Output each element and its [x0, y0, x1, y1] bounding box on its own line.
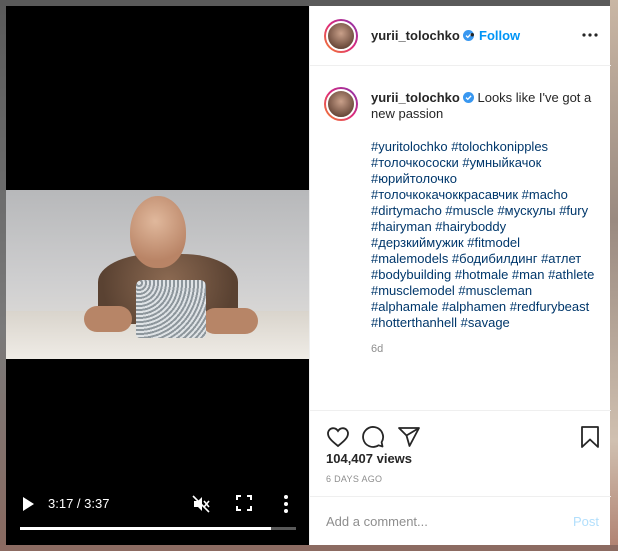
post-age: 6d	[371, 343, 384, 355]
backdrop-edge	[0, 545, 618, 551]
follow-button[interactable]: Follow	[479, 28, 520, 43]
fullscreen-icon[interactable]	[236, 495, 252, 511]
header-separator: •	[470, 27, 475, 42]
video-player[interactable]: 3:17 / 3:37	[6, 6, 309, 545]
post-actions	[310, 410, 611, 450]
video-controls: 3:17 / 3:37	[6, 485, 309, 545]
share-icon[interactable]	[397, 425, 421, 449]
play-icon[interactable]	[20, 495, 36, 513]
comment-icon[interactable]	[361, 425, 385, 449]
header-username[interactable]: yurii_tolochko	[371, 28, 474, 43]
more-horizontal-icon[interactable]	[582, 33, 598, 37]
video-time: 3:17 / 3:37	[48, 496, 110, 511]
post-side-panel: yurii_tolochko • Follow yurii_tolochko L…	[309, 6, 611, 545]
avatar[interactable]	[324, 87, 358, 121]
bookmark-icon[interactable]	[578, 425, 602, 449]
comment-box: Post	[310, 496, 611, 545]
comment-input[interactable]	[326, 511, 556, 531]
heart-icon[interactable]	[326, 425, 350, 449]
video-frame[interactable]	[6, 190, 309, 359]
post-modal: 3:17 / 3:37 yurii_tolochko • Follow yuri…	[6, 6, 611, 545]
backdrop-edge	[610, 0, 618, 551]
post-caption: yurii_tolochko Looks like I've got a new…	[371, 90, 593, 122]
post-date: 6 DAYS AGO	[326, 474, 383, 484]
caption-username[interactable]: yurii_tolochko	[371, 90, 474, 105]
video-progress-fill	[20, 527, 271, 530]
avatar[interactable]	[324, 19, 358, 53]
more-vertical-icon[interactable]	[283, 494, 289, 514]
verified-badge-icon	[462, 92, 474, 103]
view-count[interactable]: 104,407 views	[326, 451, 412, 466]
video-progress-bar[interactable]	[20, 527, 296, 530]
post-header: yurii_tolochko • Follow	[310, 6, 611, 66]
muted-speaker-icon[interactable]	[192, 495, 210, 513]
post-comment-button[interactable]: Post	[573, 514, 599, 529]
hashtag-list[interactable]: #yuritolochko #tolochkonipples #толочкос…	[371, 139, 596, 331]
